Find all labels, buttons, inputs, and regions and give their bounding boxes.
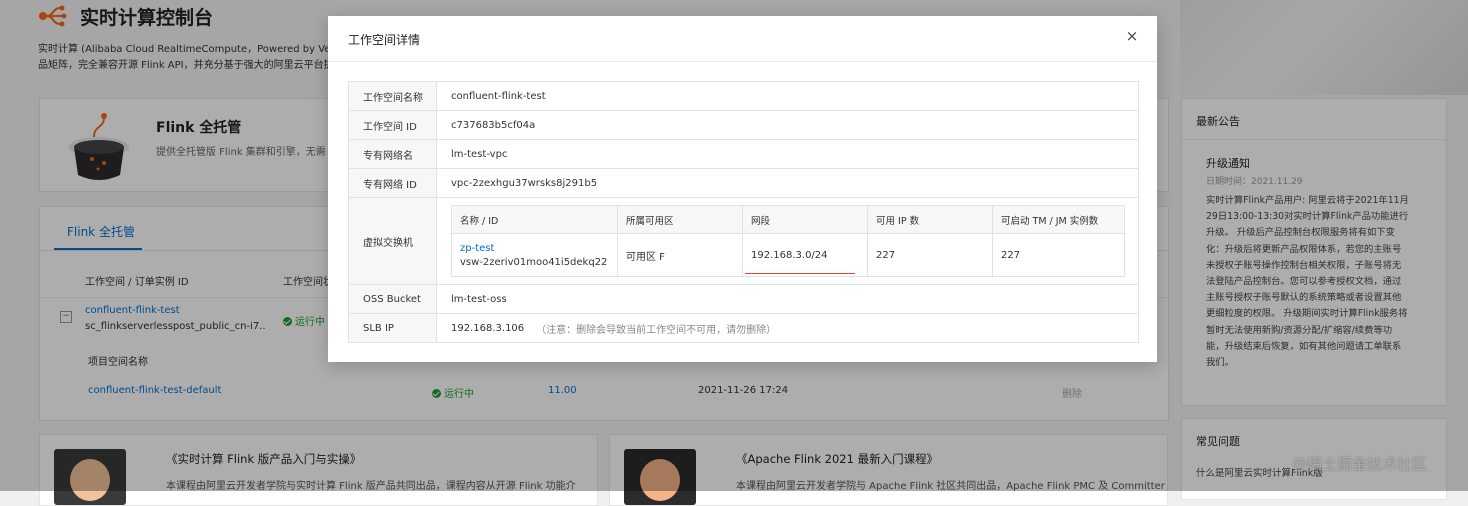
vswitch-col-startable: 可启动 TM / JM 实例数 xyxy=(1001,215,1099,227)
close-icon[interactable]: × xyxy=(1124,28,1140,44)
detail-row-ws-id: 工作空间 ID c737683b5cf04a xyxy=(349,111,1138,140)
detail-value: 名称 / ID 所属可用区 网段 可用 IP 数 可启动 TM / JM 实例数… xyxy=(437,198,1138,284)
vswitch-col-cidr: 网段 xyxy=(743,206,868,233)
detail-value: confluent-flink-test xyxy=(451,90,546,102)
detail-label: SLB IP xyxy=(349,314,437,342)
detail-label: 工作空间 ID xyxy=(349,111,437,139)
detail-row-vswitch: 虚拟交换机 名称 / ID 所属可用区 网段 可用 IP 数 可启动 TM / … xyxy=(349,198,1138,285)
vswitch-startable: 227 xyxy=(1001,249,1021,261)
vswitch-table-header: 名称 / ID 所属可用区 网段 可用 IP 数 可启动 TM / JM 实例数 xyxy=(452,206,1124,234)
workspace-details-table: 工作空间名称 confluent-flink-test 工作空间 ID c737… xyxy=(348,81,1139,343)
slb-ip-value: 192.168.3.106 xyxy=(451,322,525,334)
detail-label: 工作空间名称 xyxy=(349,82,437,110)
detail-value: lm-test-oss xyxy=(451,293,507,305)
vswitch-id: vsw-2zeriv01moo41i5dekq22 xyxy=(460,256,608,268)
detail-row-oss: OSS Bucket lm-test-oss xyxy=(349,285,1138,314)
cidr-highlight-underline xyxy=(745,273,855,274)
detail-row-vpc-id: 专有网络 ID vpc-2zexhgu37wrsks8j291b5 xyxy=(349,169,1138,198)
vswitch-col-name: 名称 / ID xyxy=(452,206,618,233)
detail-value: vpc-2zexhgu37wrsks8j291b5 xyxy=(451,177,598,189)
vswitch-name-link[interactable]: zp-test xyxy=(460,243,494,254)
vswitch-col-zone: 所属可用区 xyxy=(618,206,743,233)
detail-value: c737683b5cf04a xyxy=(451,119,536,131)
vswitch-cidr: 192.168.3.0/24 xyxy=(743,234,868,276)
dialog-header-divider xyxy=(328,61,1157,62)
slb-warning-note: （注意：删除会导致当前工作空间不可用，请勿删除） xyxy=(536,324,777,336)
detail-row-vpc-name: 专有网络名 lm-test-vpc xyxy=(349,140,1138,169)
vswitch-name-cell: zp-test vsw-2zeriv01moo41i5dekq22 xyxy=(452,234,618,276)
detail-value: lm-test-vpc xyxy=(451,148,508,160)
vswitch-table: 名称 / ID 所属可用区 网段 可用 IP 数 可启动 TM / JM 实例数… xyxy=(451,205,1125,277)
detail-row-slb: SLB IP 192.168.3.106 （注意：删除会导致当前工作空间不可用，… xyxy=(349,314,1138,342)
vswitch-zone: 可用区 F xyxy=(618,234,743,276)
detail-label: 专有网络 ID xyxy=(349,169,437,197)
detail-label: OSS Bucket xyxy=(349,285,437,313)
dialog-title: 工作空间详情 xyxy=(348,33,421,47)
vswitch-available-ip: 227 xyxy=(868,234,993,276)
detail-label: 专有网络名 xyxy=(349,140,437,168)
detail-row-ws-name: 工作空间名称 confluent-flink-test xyxy=(349,82,1138,111)
detail-label: 虚拟交换机 xyxy=(349,198,437,284)
detail-value: 192.168.3.106 （注意：删除会导致当前工作空间不可用，请勿删除） xyxy=(437,314,1138,342)
vswitch-col-available-ip: 可用 IP 数 xyxy=(868,206,993,233)
workspace-details-dialog: 工作空间详情 × 工作空间名称 confluent-flink-test 工作空… xyxy=(328,16,1157,362)
vswitch-table-row: zp-test vsw-2zeriv01moo41i5dekq22 可用区 F … xyxy=(452,234,1124,276)
